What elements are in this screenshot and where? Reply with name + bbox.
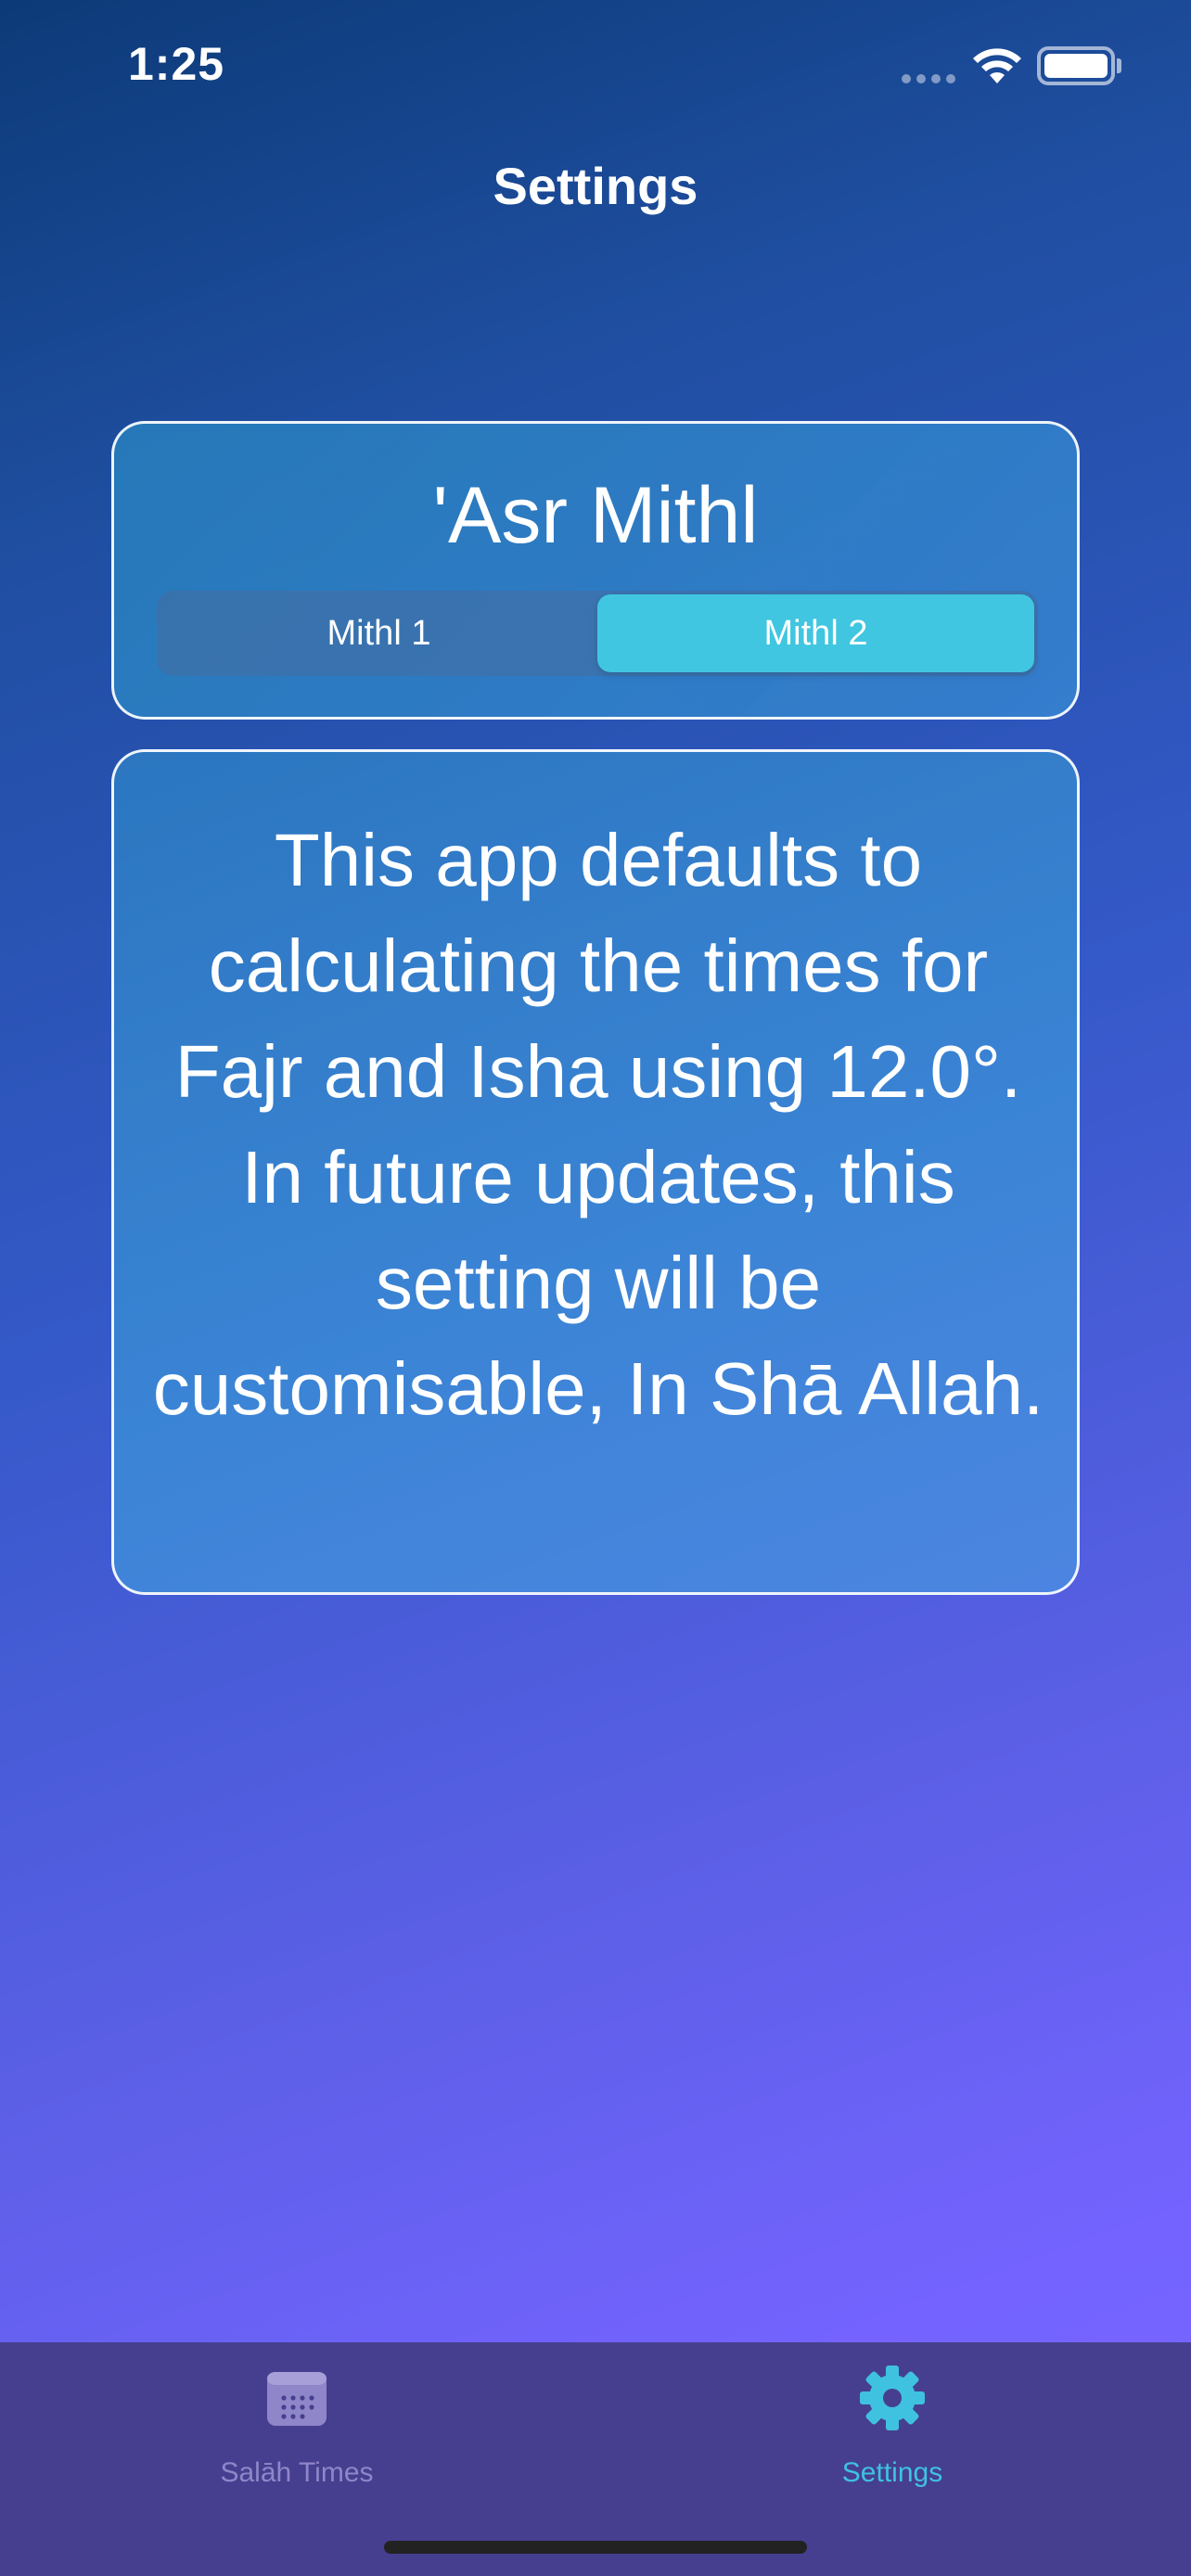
info-card: This app defaults to calculating the tim… [111, 749, 1080, 1595]
asr-mithl-title: 'Asr Mithl [432, 471, 759, 560]
info-text: This app defaults to calculating the tim… [152, 819, 1044, 1430]
asr-mithl-card: 'Asr Mithl Mithl 1 Mithl 2 [111, 421, 1080, 720]
tab-settings[interactable]: Settings [707, 2342, 1078, 2528]
cellular-signal-icon [902, 74, 955, 83]
mithl-2-option[interactable]: Mithl 2 [597, 594, 1034, 672]
calendar-icon [267, 2372, 327, 2426]
tab-salah-times-label: Salāh Times [220, 2457, 374, 2488]
tab-salah-times[interactable]: Salāh Times [111, 2342, 482, 2528]
status-bar: 1:25 [0, 0, 1191, 139]
mithl-segmented-control[interactable]: Mithl 1 Mithl 2 [157, 591, 1038, 676]
home-indicator [384, 2541, 807, 2554]
wifi-icon [973, 48, 1021, 83]
status-time: 1:25 [128, 38, 225, 90]
page-title: Settings [493, 157, 698, 215]
battery-icon [1037, 46, 1115, 85]
gear-icon [860, 2366, 925, 2430]
tab-settings-label: Settings [841, 2457, 943, 2488]
mithl-1-option[interactable]: Mithl 1 [160, 594, 597, 672]
